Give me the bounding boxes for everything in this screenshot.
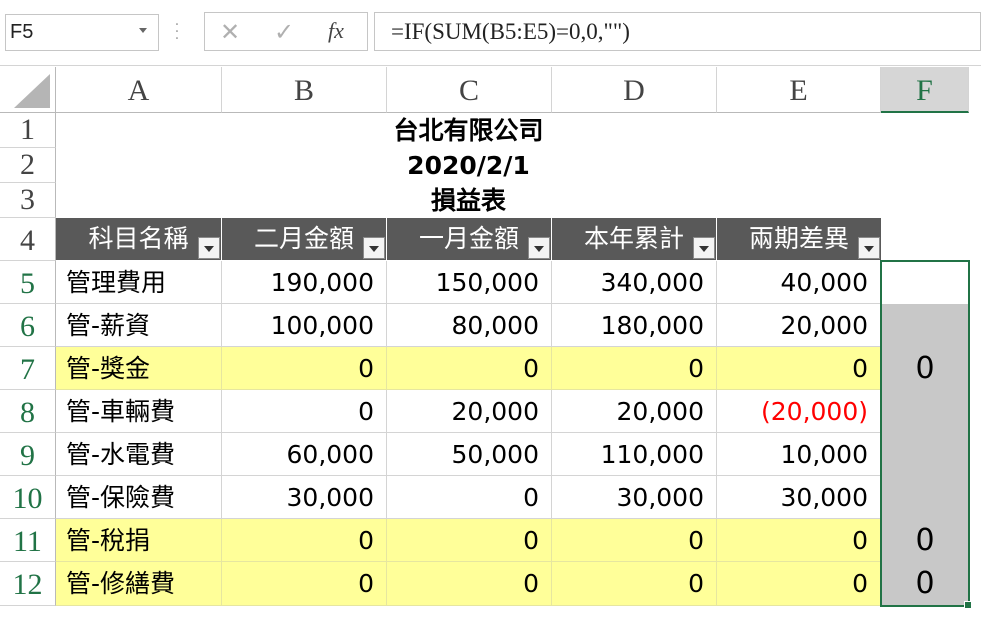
cell-b7[interactable]: 0	[222, 347, 387, 390]
column-header-e[interactable]: E	[717, 67, 881, 113]
cell-e10[interactable]: 30,000	[717, 476, 881, 519]
cell-d12[interactable]: 0	[552, 562, 717, 606]
column-header-b[interactable]: B	[222, 67, 387, 113]
cell-c5[interactable]: 150,000	[387, 261, 552, 304]
cell-b6[interactable]: 100,000	[222, 304, 387, 347]
name-box-dropdown-icon[interactable]	[139, 28, 147, 33]
row-header-3[interactable]: 3	[0, 183, 56, 218]
company-name[interactable]: 台北有限公司	[56, 114, 881, 148]
cell-c11[interactable]: 0	[387, 519, 552, 562]
cell-c8[interactable]: 20,000	[387, 390, 552, 433]
cell-c12[interactable]: 0	[387, 562, 552, 606]
cell-c9[interactable]: 50,000	[387, 433, 552, 476]
report-date[interactable]: 2020/2/1	[56, 148, 881, 183]
filter-dropdown-icon[interactable]	[198, 237, 220, 259]
cell-a12[interactable]: 管-修繕費	[56, 562, 222, 606]
cell-e11[interactable]: 0	[717, 519, 881, 562]
row-header-8[interactable]: 8	[0, 390, 56, 433]
column-header-f[interactable]: F	[881, 67, 969, 113]
filter-dropdown-icon[interactable]	[363, 237, 385, 259]
column-header-c[interactable]: C	[387, 67, 552, 113]
cell-e9[interactable]: 10,000	[717, 433, 881, 476]
cell-b10[interactable]: 30,000	[222, 476, 387, 519]
cell-d9[interactable]: 110,000	[552, 433, 717, 476]
filter-dropdown-icon[interactable]	[693, 237, 715, 259]
row-header-9[interactable]: 9	[0, 433, 56, 476]
row-header-4[interactable]: 4	[0, 218, 56, 261]
insert-function-icon[interactable]: fx	[328, 17, 344, 45]
cell-a5[interactable]: 管理費用	[56, 261, 222, 304]
row-header-10[interactable]: 10	[0, 476, 56, 519]
header-difference[interactable]: 兩期差異	[717, 218, 881, 260]
cell-a7[interactable]: 管-獎金	[56, 347, 222, 390]
header-label: 二月金額	[253, 224, 354, 253]
report-title[interactable]: 損益表	[56, 183, 881, 218]
cell-c7[interactable]: 0	[387, 347, 552, 390]
cell-b9[interactable]: 60,000	[222, 433, 387, 476]
row-header-12[interactable]: 12	[0, 562, 56, 606]
row-header-5[interactable]: 5	[0, 261, 56, 304]
row-header-7[interactable]: 7	[0, 347, 56, 390]
header-label: 一月金額	[418, 224, 519, 253]
cell-c10[interactable]: 0	[387, 476, 552, 519]
header-label: 科目名稱	[88, 224, 189, 253]
cell-a6[interactable]: 管-薪資	[56, 304, 222, 347]
filter-dropdown-icon[interactable]	[858, 237, 880, 259]
cell-e6[interactable]: 20,000	[717, 304, 881, 347]
cell-e5[interactable]: 40,000	[717, 261, 881, 304]
cell-a10[interactable]: 管-保險費	[56, 476, 222, 519]
drag-handle-icon[interactable]: · · ·	[173, 18, 181, 46]
cell-d10[interactable]: 30,000	[552, 476, 717, 519]
column-header-d[interactable]: D	[552, 67, 717, 113]
fill-handle[interactable]	[964, 601, 972, 609]
cancel-icon[interactable]: ✕	[220, 19, 240, 45]
cell-b8[interactable]: 0	[222, 390, 387, 433]
cell-d7[interactable]: 0	[552, 347, 717, 390]
filter-dropdown-icon[interactable]	[528, 237, 550, 259]
select-all-icon	[14, 74, 50, 108]
cell-b12[interactable]: 0	[222, 562, 387, 606]
cell-c6[interactable]: 80,000	[387, 304, 552, 347]
name-box-value: F5	[10, 21, 34, 43]
row-header-2[interactable]: 2	[0, 148, 56, 183]
enter-icon[interactable]: ✓	[274, 19, 294, 45]
cell-e7[interactable]: 0	[717, 347, 881, 390]
cell-a9[interactable]: 管-水電費	[56, 433, 222, 476]
row-header-1[interactable]: 1	[0, 113, 56, 148]
cell-d6[interactable]: 180,000	[552, 304, 717, 347]
formula-text: =IF(SUM(B5:E5)=0,0,"")	[391, 19, 630, 44]
cell-a8[interactable]: 管-車輛費	[56, 390, 222, 433]
selection-border	[880, 260, 970, 607]
cell-d11[interactable]: 0	[552, 519, 717, 562]
header-label: 本年累計	[583, 224, 684, 253]
cell-b5[interactable]: 190,000	[222, 261, 387, 304]
cell-e8[interactable]: (20,000)	[717, 390, 881, 433]
cell-d5[interactable]: 340,000	[552, 261, 717, 304]
cell-e12[interactable]: 0	[717, 562, 881, 606]
row-header-6[interactable]: 6	[0, 304, 56, 347]
cell-a11[interactable]: 管-稅捐	[56, 519, 222, 562]
column-header-a[interactable]: A	[56, 67, 222, 113]
header-label: 兩期差異	[748, 224, 849, 253]
cell-d8[interactable]: 20,000	[552, 390, 717, 433]
row-header-11[interactable]: 11	[0, 519, 56, 562]
cell-b11[interactable]: 0	[222, 519, 387, 562]
